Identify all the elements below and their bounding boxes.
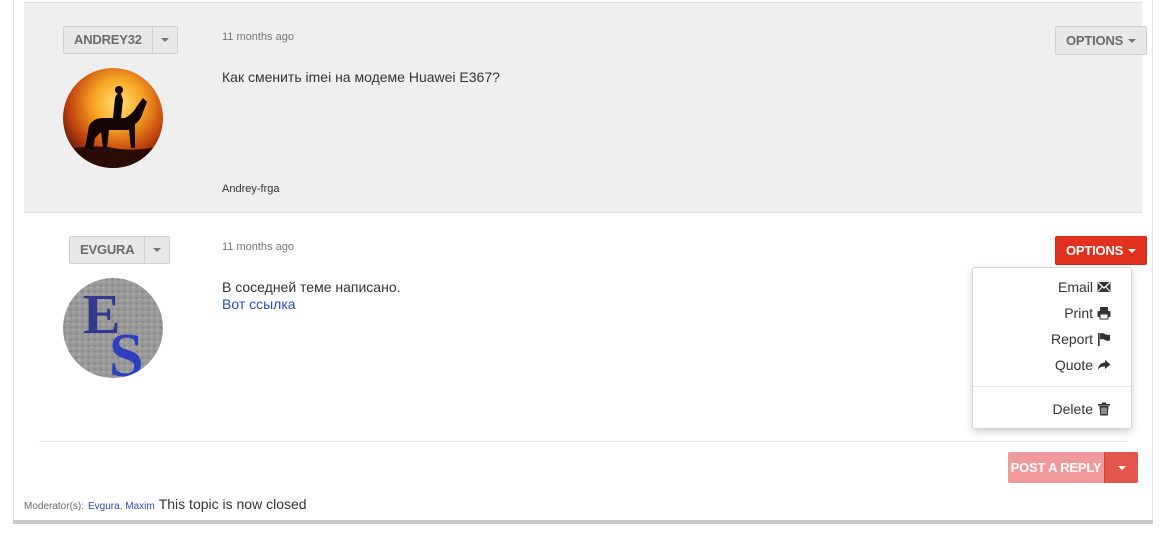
moderators-label: Moderator(s):: [24, 501, 85, 512]
flag-icon: [1098, 333, 1110, 346]
topic-status: This topic is now closed: [158, 496, 307, 512]
envelope-icon: [1097, 282, 1111, 292]
caret-down-icon: [160, 38, 169, 42]
menu-item-label: Delete: [1052, 401, 1093, 417]
caret-down-icon: [1117, 465, 1126, 470]
moderator-link-evgura[interactable]: Evgura: [88, 501, 120, 512]
options-label: OPTIONS: [1066, 243, 1124, 258]
post-message: В соседней теме написано. Вот ссылка: [222, 279, 401, 313]
post-reply-button-group: POST A REPLY: [1008, 452, 1138, 483]
user-menu-toggle[interactable]: [145, 237, 169, 263]
user-button-andrey32[interactable]: ANDREY32: [63, 26, 178, 54]
menu-item-delete[interactable]: Delete: [1053, 401, 1111, 417]
menu-item-quote[interactable]: Quote: [1055, 357, 1111, 373]
post-reply-button[interactable]: POST A REPLY: [1008, 452, 1104, 483]
avatar[interactable]: E S: [63, 278, 163, 378]
options-button[interactable]: OPTIONS: [1055, 236, 1148, 265]
menu-item-print[interactable]: Print: [1064, 305, 1111, 321]
share-arrow-icon: [1098, 360, 1111, 370]
post-divider: [39, 441, 1127, 442]
bottom-border: [13, 520, 1153, 524]
moderator-link-maxim[interactable]: Maxim: [125, 501, 154, 512]
username-label: ANDREY32: [64, 27, 153, 53]
topic-footer: Moderator(s): Evgura, Maxim This topic i…: [24, 496, 307, 512]
menu-item-label: Print: [1064, 305, 1093, 321]
caret-down-icon: [1128, 38, 1137, 43]
menu-item-report[interactable]: Report: [1051, 331, 1111, 347]
post-time: 11 months ago: [222, 241, 294, 253]
menu-item-label: Quote: [1054, 357, 1093, 373]
options-button[interactable]: OPTIONS: [1055, 26, 1148, 55]
horse-rider-sunset-avatar: [63, 68, 163, 168]
letters-es-avatar: E S: [63, 278, 163, 378]
menu-item-label: Report: [1050, 331, 1093, 347]
username-label: EVGURA: [70, 237, 146, 263]
post-time: 11 months ago: [222, 31, 294, 43]
post-1: [24, 2, 1142, 213]
caret-down-icon: [1128, 248, 1137, 253]
trash-icon: [1098, 402, 1110, 416]
post-reply-dropdown-toggle[interactable]: [1104, 452, 1138, 483]
menu-item-email[interactable]: Email: [1058, 279, 1111, 295]
user-menu-toggle[interactable]: [153, 27, 177, 53]
menu-item-label: Email: [1057, 279, 1093, 295]
post-text: В соседней теме написано.: [222, 279, 401, 295]
user-button-evgura[interactable]: EVGURA: [69, 236, 171, 264]
post-message: Как сменить imei на модеме Huawei E367?: [222, 69, 500, 85]
avatar[interactable]: [63, 68, 163, 168]
svg-text:S: S: [109, 322, 143, 378]
options-label: OPTIONS: [1066, 33, 1124, 48]
menu-divider: [973, 386, 1131, 387]
post-link[interactable]: Вот ссылка: [222, 296, 296, 312]
printer-icon: [1097, 307, 1111, 320]
options-dropdown: Email Print Report Quote Delete: [972, 267, 1132, 429]
caret-down-icon: [153, 248, 162, 252]
post-signature: Andrey-frga: [222, 183, 280, 195]
